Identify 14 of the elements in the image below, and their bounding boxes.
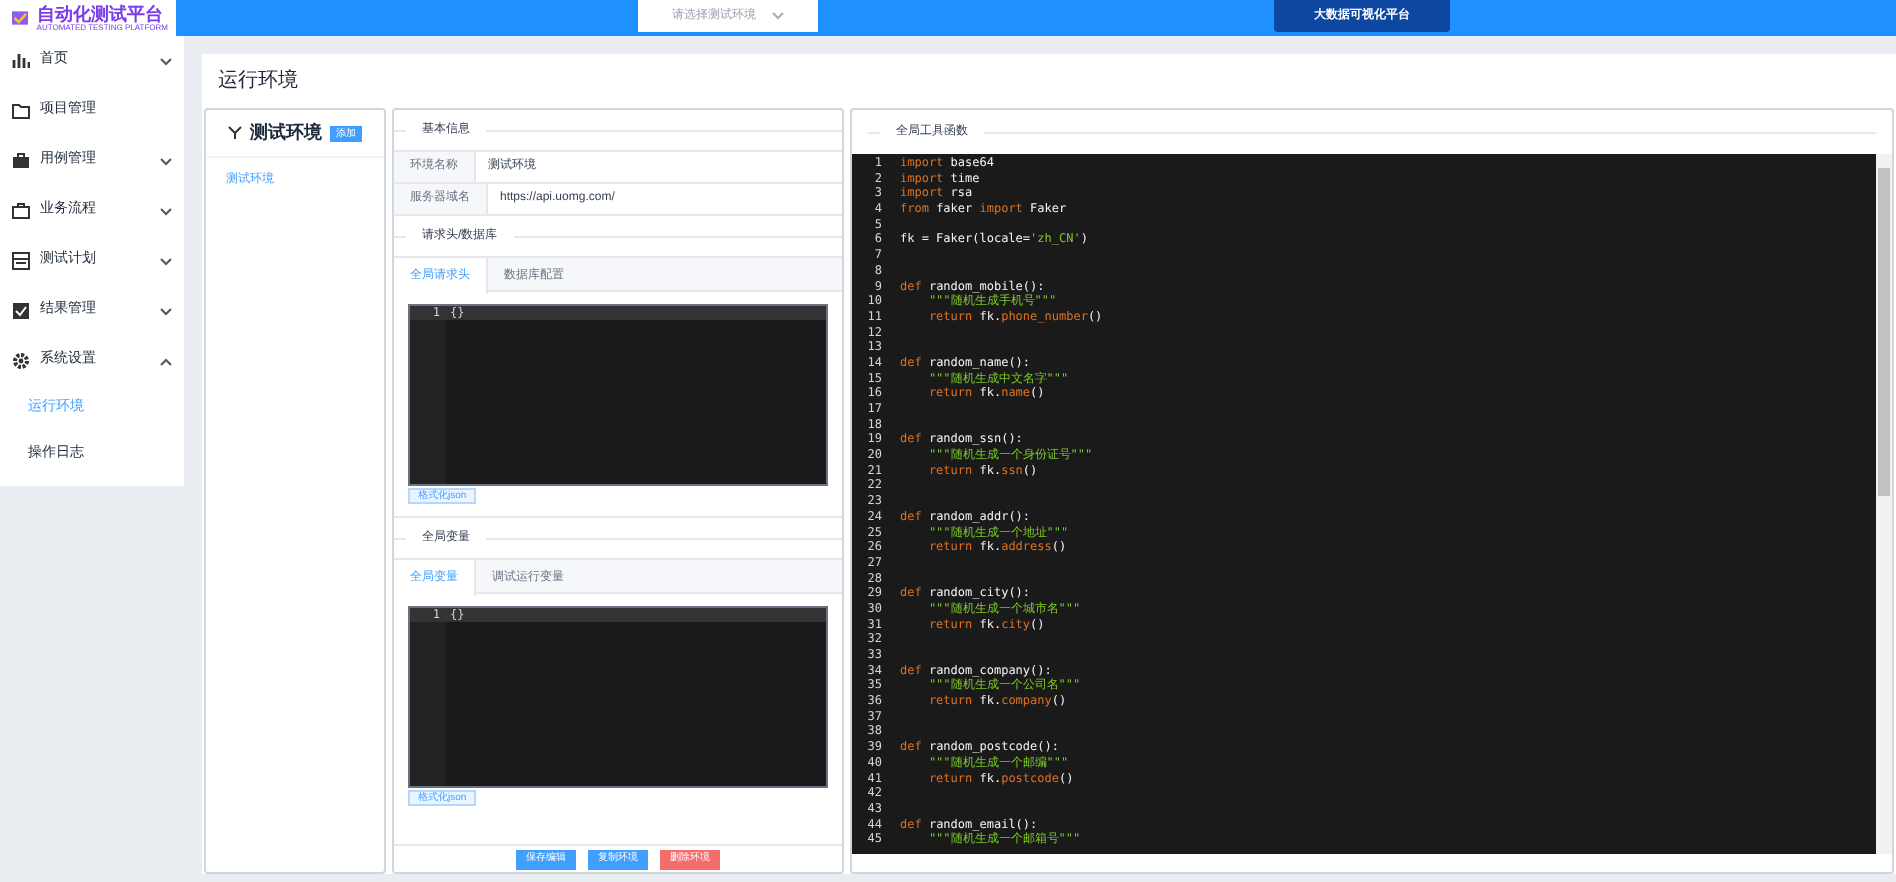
briefcase-icon — [12, 152, 30, 170]
gear-icon — [12, 352, 30, 370]
bar-chart-icon — [12, 52, 30, 70]
folder-icon — [12, 102, 30, 120]
panel-title: 测试环境 — [250, 119, 322, 146]
calendar-icon — [12, 252, 30, 270]
chevron-down-icon — [772, 12, 784, 20]
code-editor[interactable] — [852, 154, 1892, 854]
checkbox-icon — [12, 302, 30, 320]
page-title: 运行环境 — [218, 67, 298, 96]
scrollbar[interactable] — [1876, 154, 1892, 854]
filter-icon — [228, 126, 242, 140]
logo-title: 自动化测试平台 — [36, 5, 165, 23]
bag-icon — [12, 202, 30, 220]
